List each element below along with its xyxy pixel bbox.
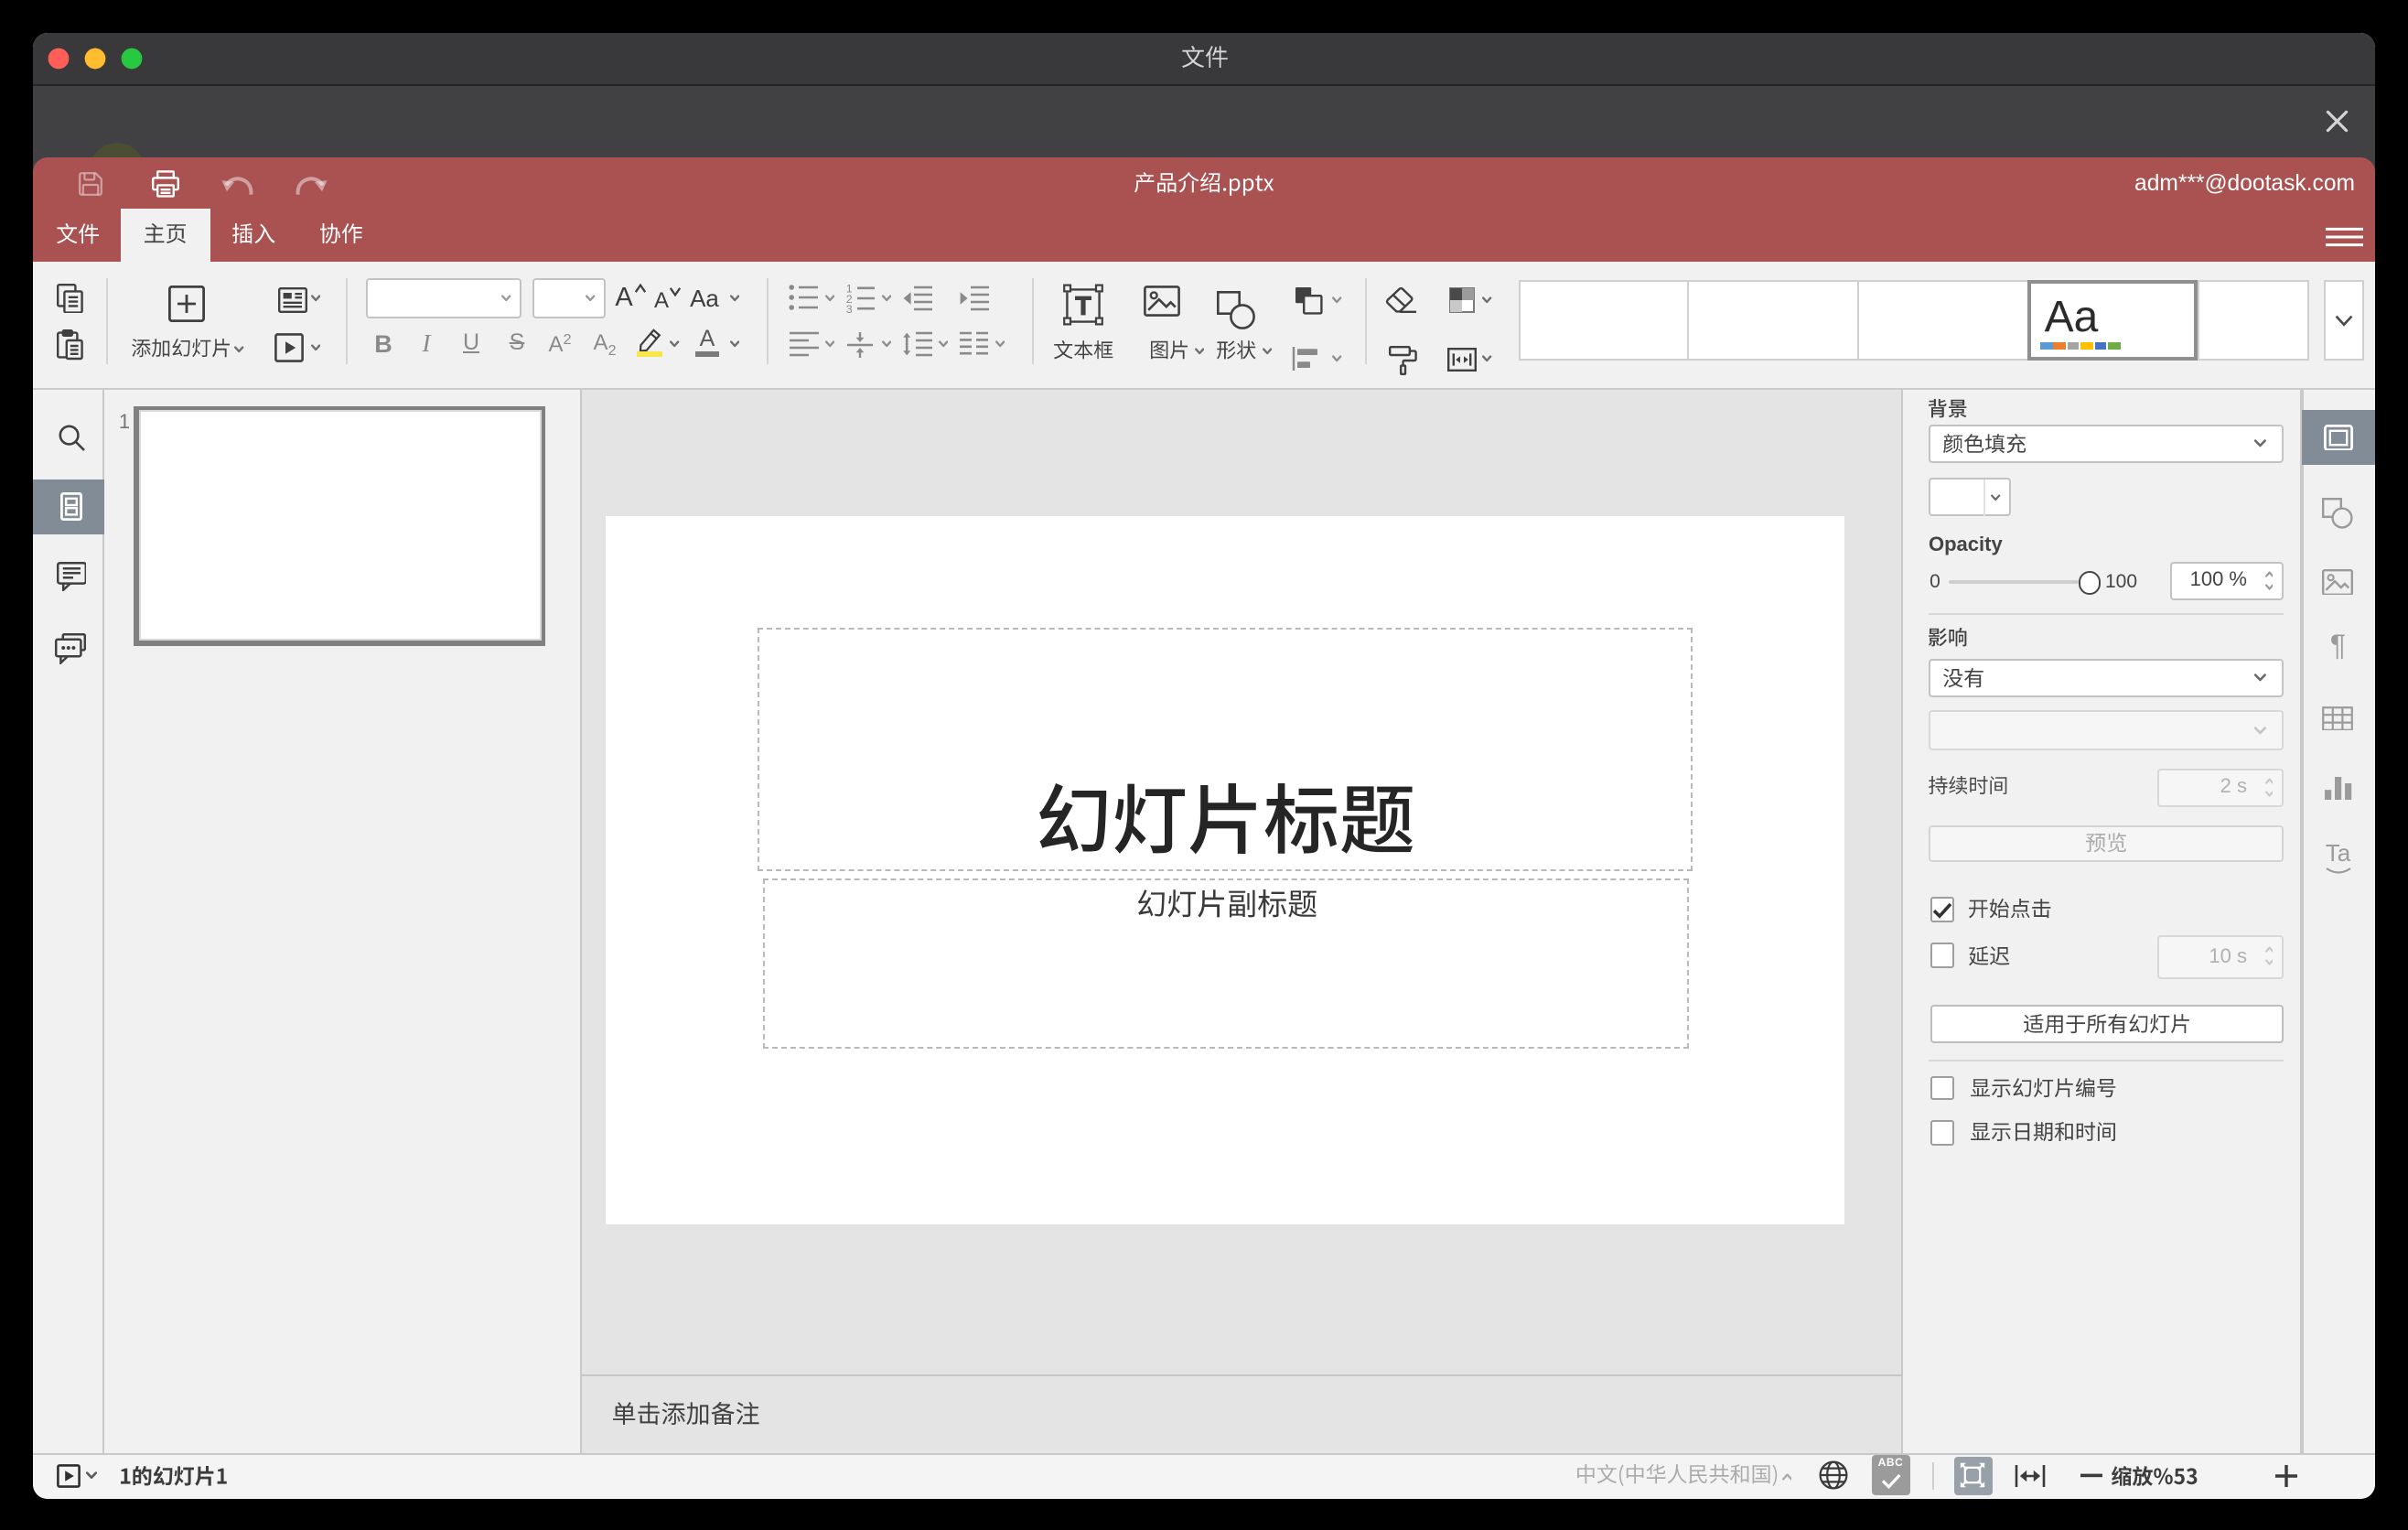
svg-text:3: 3	[846, 302, 853, 312]
